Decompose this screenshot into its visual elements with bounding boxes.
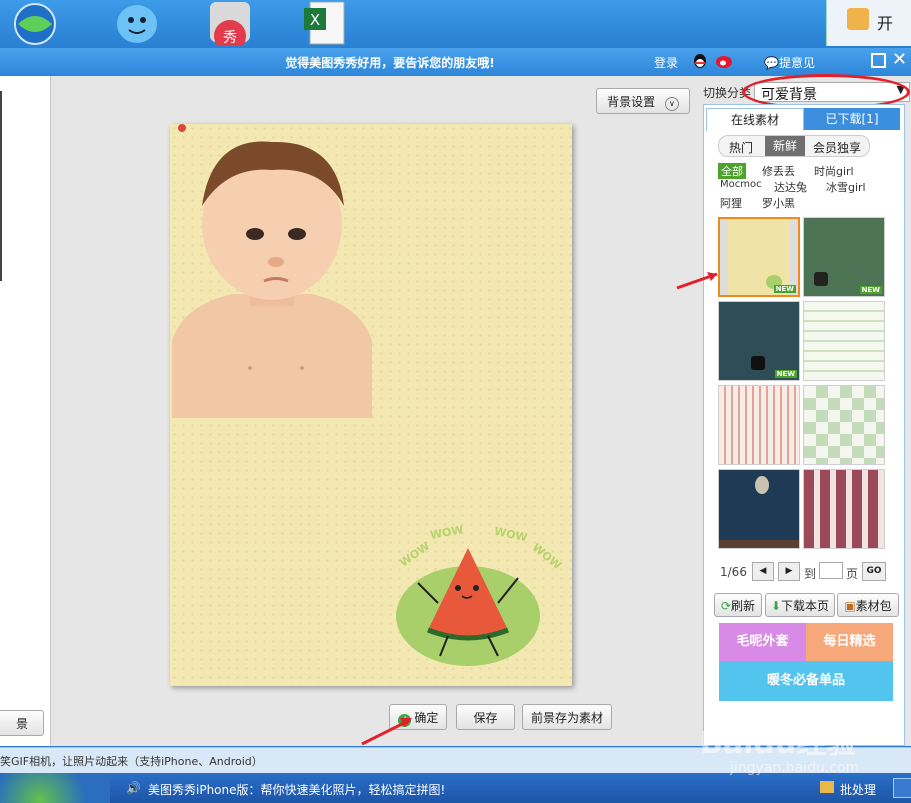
material-pack-button[interactable]: ▣素材包 [837, 593, 899, 617]
tab-downloaded-label: 已下载[1] [825, 112, 879, 126]
thumb-5[interactable] [718, 385, 800, 465]
save-foreground-button[interactable]: 前景存为素材 [522, 704, 612, 730]
material-pack-label: 素材包 [855, 599, 892, 613]
subtab-hot[interactable]: 热门 [729, 139, 753, 156]
tray-icon[interactable] [893, 778, 911, 798]
photo-canvas[interactable]: WOW WOW WOW WOW [170, 124, 572, 686]
pager-to-label: 到 [804, 567, 817, 581]
filter-all[interactable]: 全部 [718, 163, 746, 179]
save-foreground-label: 前景存为素材 [530, 711, 603, 725]
login-link[interactable]: 登录 [654, 54, 678, 71]
feedback-label: 提意见 [778, 56, 815, 70]
svg-text:秀: 秀 [223, 30, 237, 46]
baby-photo[interactable] [172, 136, 372, 418]
speaker-icon[interactable]: 🔊 [126, 781, 141, 795]
feedback-link[interactable]: 💬提意见 [764, 54, 815, 71]
qq-login-icon[interactable] [692, 53, 708, 72]
thumb-owl-mark [755, 476, 769, 494]
thumb-4[interactable] [803, 301, 885, 381]
thumb-8[interactable] [803, 469, 885, 549]
left-stub-label: 景 [15, 717, 28, 731]
thumb-7[interactable] [718, 469, 800, 549]
thumb-6[interactable] [803, 385, 885, 465]
excel-icon[interactable]: X [302, 0, 352, 46]
subtab-vip[interactable]: 会员独享 [813, 139, 861, 156]
page-number-input[interactable] [819, 562, 843, 579]
new-tag: NEW [773, 285, 796, 293]
watermelon-sticker[interactable]: WOW WOW WOW WOW [388, 518, 568, 668]
go-button[interactable]: GO [862, 562, 886, 581]
refresh-icon: ⟳ [720, 599, 732, 613]
save-button[interactable]: 保存 [456, 704, 515, 730]
taskbar-news[interactable]: 美图秀秀iPhone版：帮你快速美化照片，轻松搞定拼图! [148, 781, 445, 798]
baidu-watermark: Baidu经验 jingyan.baidu.com [700, 710, 870, 790]
watermark-url: jingyan.baidu.com [730, 760, 860, 776]
dialog-title: 觉得美图秀秀好用，要告诉您的朋友哦! [285, 56, 495, 70]
thumb-1[interactable]: NEW [718, 217, 800, 297]
left-panel [0, 76, 51, 746]
pager-page-label: 页 [846, 567, 859, 581]
start-button[interactable] [0, 773, 110, 803]
pager-current: 1/66 [720, 565, 747, 579]
download-page-label: 下载本页 [781, 599, 830, 613]
filter-xiudiudiu[interactable]: 修丢丢 [762, 163, 795, 179]
chevron-down-icon: ∨ [664, 97, 679, 111]
left-stub-button[interactable]: 景 [0, 710, 44, 736]
chat-bubble-icon: 💬 [764, 56, 779, 70]
thumb-cat-mark [814, 272, 828, 286]
material-panel: 在线素材 已下载[1] 热门 新鲜 会员独享 全部 修丢丢 时尚girl Moc… [703, 104, 905, 746]
confirm-label: 确定 [414, 711, 439, 725]
subtab-group: 热门 新鲜 会员独享 [718, 135, 870, 157]
thumb-cat-mark [751, 356, 765, 370]
desktop-partial-label: 开 [877, 14, 894, 33]
filter-luoxiaohei[interactable]: 罗小黑 [762, 195, 795, 211]
bg-settings-label: 背景设置 [607, 95, 656, 109]
weibo-icon[interactable] [715, 53, 733, 72]
qq-penguin-icon[interactable] [112, 0, 162, 46]
subtab-new[interactable]: 新鲜 [765, 136, 805, 156]
svg-text:X: X [310, 11, 320, 29]
refresh-button[interactable]: ⟳刷新 [714, 593, 762, 617]
red-arrow-thumb [676, 272, 718, 290]
bg-settings-button[interactable]: 背景设置 ∨ [596, 88, 690, 114]
watermark-brand: Baidu经验 [700, 726, 857, 761]
status-marquee: 笑GIF相机，让照片动起来（支持iPhone、Android） [0, 755, 263, 768]
thumb-3[interactable]: NEW [718, 301, 800, 381]
thumb-2[interactable]: NEW [803, 217, 885, 297]
close-icon[interactable]: ✕ [892, 49, 907, 70]
filter-dadatu[interactable]: 达达兔 [774, 179, 807, 195]
new-tag: NEW [859, 286, 882, 294]
banner-daily-picks[interactable]: 每日精选 [806, 623, 893, 661]
tab-online-label: 在线素材 [730, 113, 779, 127]
download-page-button[interactable]: ⬇下载本页 [765, 593, 835, 617]
prev-page-icon[interactable]: ◀ [752, 562, 774, 581]
package-icon: ▣ [844, 599, 856, 613]
filter-ice-girl[interactable]: 冰雪girl [826, 179, 866, 195]
meitu-icon[interactable]: 秀 [205, 0, 255, 52]
desktop-window-stub[interactable]: 开 [826, 0, 911, 46]
desktop-strip: 秀 X 开 [0, 0, 911, 52]
banner-winter-essentials[interactable]: 暖冬必备单品 [719, 661, 893, 701]
left-panel-divider [0, 91, 2, 281]
filter-ali[interactable]: 阿狸 [720, 195, 742, 211]
filter-mocmoc[interactable]: Mocmoc [720, 179, 762, 190]
maximize-button[interactable] [871, 53, 886, 68]
filter-fashion-girl[interactable]: 时尚girl [814, 163, 854, 179]
globe-icon[interactable] [10, 0, 60, 46]
red-arrow-confirm [361, 718, 412, 746]
save-label: 保存 [473, 711, 498, 725]
tab-downloaded[interactable]: 已下载[1] [804, 108, 900, 130]
office-icon [847, 8, 869, 30]
new-tag: NEW [774, 370, 797, 378]
download-arrow-icon: ⬇ [770, 599, 782, 613]
tab-online[interactable]: 在线素材 [706, 108, 804, 131]
canvas-corner-icon [178, 124, 186, 132]
next-page-icon[interactable]: ▶ [778, 562, 800, 581]
thumb-7-ground [719, 540, 799, 548]
banner-wool-coat[interactable]: 毛呢外套 [719, 623, 806, 661]
refresh-label: 刷新 [731, 599, 756, 613]
